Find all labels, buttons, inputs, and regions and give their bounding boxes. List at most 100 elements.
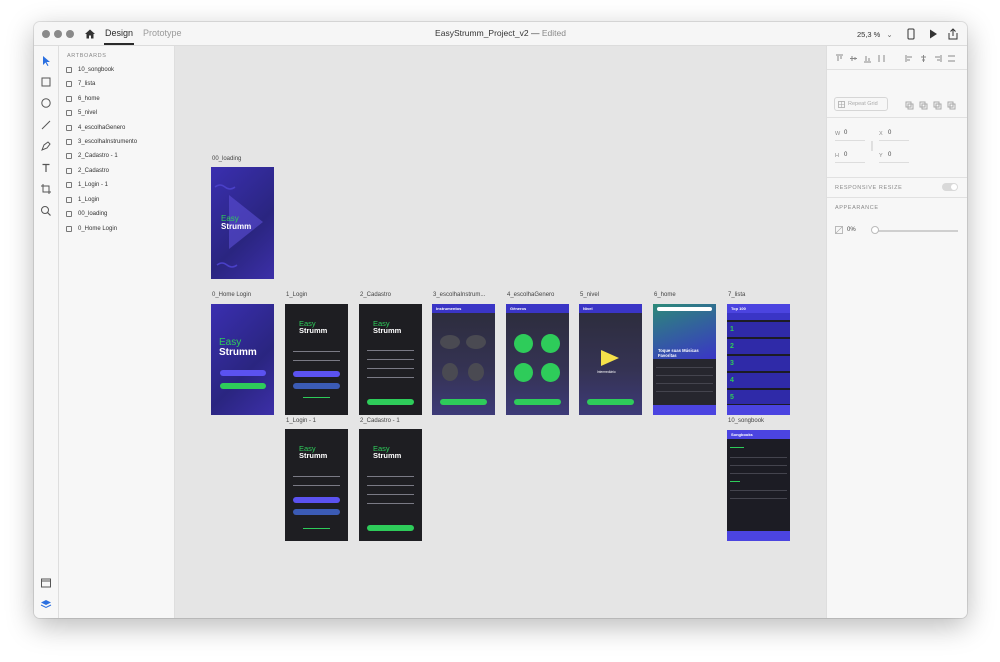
input-line (367, 359, 414, 360)
repeat-grid-button[interactable]: Repeat Grid (834, 97, 888, 111)
layer-item[interactable]: 5_nivel (66, 107, 97, 119)
layer-item[interactable]: 1_Login - 1 (66, 179, 108, 191)
opacity-slider-handle[interactable] (871, 226, 879, 234)
list-divider (730, 457, 787, 458)
boolean-subtract-icon[interactable] (919, 101, 928, 110)
field-underline (835, 162, 865, 163)
logo-line-2: Strumm (373, 326, 402, 336)
boolean-exclude-icon[interactable] (947, 101, 956, 110)
layer-item[interactable]: 10_songbook (66, 64, 114, 76)
layer-item[interactable]: 4_escolhaGenero (66, 122, 125, 134)
genre-play-icon (514, 363, 533, 382)
artboard-label-loading[interactable]: 00_loading (212, 156, 241, 162)
artboard-genero[interactable]: Gêneros (506, 304, 569, 415)
layer-item[interactable]: 2_Cadastro (66, 165, 109, 177)
artboard-home-login[interactable]: Easy Strumm (211, 304, 274, 415)
layer-item[interactable]: 2_Cadastro - 1 (66, 150, 118, 162)
artboard-nivel[interactable]: Nível Intermediário (579, 304, 642, 415)
active-tab-indicator (104, 43, 134, 45)
layers-panel-icon[interactable] (39, 597, 53, 611)
boolean-add-icon[interactable] (905, 101, 914, 110)
distribute-horizontal-icon[interactable] (947, 54, 956, 63)
section-title-line (730, 447, 744, 448)
opacity-field[interactable]: 0% (847, 227, 856, 233)
y-field[interactable]: 0 (888, 152, 891, 158)
lock-aspect-icon[interactable] (869, 140, 875, 152)
boolean-intersect-icon[interactable] (933, 101, 942, 110)
artboard-icon (66, 226, 72, 232)
select-tool-icon[interactable] (39, 54, 53, 68)
x-field[interactable]: 0 (888, 130, 891, 136)
layer-item[interactable]: 6_home (66, 93, 100, 105)
align-right-icon[interactable] (933, 54, 942, 63)
artboard-songbook[interactable]: Songbooks (727, 430, 790, 541)
artboard-label-home-login[interactable]: 0_Home Login (212, 292, 251, 298)
home-hero-text: Toque suas Músicas Favoritas (658, 348, 699, 358)
layer-label: 2_Cadastro (78, 168, 110, 174)
assets-panel-icon[interactable] (39, 576, 53, 590)
artboard-login-1[interactable]: Easy Strumm (285, 429, 348, 541)
login-button-preview (293, 497, 340, 503)
artboard-label-nivel[interactable]: 5_nivel (580, 292, 599, 298)
artboard-instrumento[interactable]: Instrumentos (432, 304, 495, 415)
responsive-resize-toggle[interactable] (942, 183, 958, 191)
layer-item[interactable]: 7_lista (66, 78, 95, 90)
layer-label: 00_loading (78, 211, 108, 217)
align-section (827, 46, 967, 70)
width-field[interactable]: 0 (844, 130, 847, 136)
align-bottom-icon[interactable] (863, 54, 872, 63)
login-button-preview (220, 370, 266, 376)
artboard-label-login-1[interactable]: 1_Login - 1 (286, 418, 316, 424)
device-preview-icon[interactable] (904, 27, 918, 41)
layer-item[interactable]: 00_loading (66, 208, 107, 220)
artboard-label-instrumento[interactable]: 3_escolhaInstrum... (433, 292, 485, 298)
artboard-label-cadastro-1[interactable]: 2_Cadastro - 1 (360, 418, 400, 424)
rank-2: 2 (730, 343, 734, 350)
artboard-label-login[interactable]: 1_Login (286, 292, 307, 298)
artboard-icon (66, 139, 72, 145)
artboard-label-home[interactable]: 6_home (654, 292, 676, 298)
artboard-home[interactable]: Toque suas Músicas Favoritas (653, 304, 716, 415)
list-divider (730, 465, 787, 466)
text-tool-icon[interactable] (39, 161, 53, 175)
align-center-icon[interactable] (919, 54, 928, 63)
filter-chips (727, 313, 790, 320)
list-divider (656, 367, 713, 368)
layer-item[interactable]: 3_escolhaInstrumento (66, 136, 137, 148)
distribute-vertical-icon[interactable] (877, 54, 886, 63)
artboard-label-songbook[interactable]: 10_songbook (728, 418, 764, 424)
artboard-login[interactable]: Easy Strumm (285, 304, 348, 415)
zoom-tool-icon[interactable] (39, 204, 53, 218)
line-tool-icon[interactable] (39, 118, 53, 132)
pen-tool-icon[interactable] (39, 139, 53, 153)
artboard-label-cadastro[interactable]: 2_Cadastro (360, 292, 391, 298)
opacity-slider[interactable] (872, 230, 958, 232)
artboard-cadastro-1[interactable]: Easy Strumm (359, 429, 422, 541)
design-canvas[interactable]: 00_loading Easy Strumm 0_Home Login 1_Log… (175, 46, 826, 618)
align-left-icon[interactable] (905, 54, 914, 63)
artboard-label-genero[interactable]: 4_escolhaGenero (507, 292, 554, 298)
zoom-dropdown[interactable]: 25,3 % ⌄ (857, 30, 893, 39)
layer-item[interactable]: 0_Home Login (66, 223, 117, 235)
tools-toolbar (34, 46, 59, 618)
artboard-loading[interactable]: Easy Strumm (211, 167, 274, 279)
layer-item[interactable]: 1_Login (66, 194, 99, 206)
easy-strumm-logo: Easy Strumm (221, 215, 251, 230)
align-top-icon[interactable] (835, 54, 844, 63)
layers-heading: ARTBOARDS (67, 53, 107, 59)
transform-section: W 0 X 0 H 0 Y 0 (827, 118, 967, 178)
artboard-cadastro[interactable]: Easy Strumm (359, 304, 422, 415)
height-field[interactable]: 0 (844, 152, 847, 158)
rectangle-tool-icon[interactable] (39, 75, 53, 89)
align-middle-icon[interactable] (849, 54, 858, 63)
artboard-tool-icon[interactable] (39, 182, 53, 196)
artboard-label-lista[interactable]: 7_lista (728, 292, 745, 298)
share-icon[interactable] (946, 27, 960, 41)
layer-label: 6_home (78, 96, 100, 102)
ellipse-tool-icon[interactable] (39, 96, 53, 110)
field-underline (879, 162, 909, 163)
artboard-icon (66, 168, 72, 174)
layer-label: 7_lista (78, 81, 96, 87)
play-icon[interactable] (926, 27, 940, 41)
artboard-lista[interactable]: Top 100 1 2 3 4 5 (727, 304, 790, 415)
